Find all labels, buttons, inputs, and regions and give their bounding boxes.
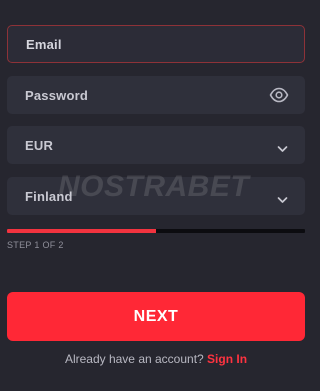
registration-form: Email Password EUR Finland NOSTRABET STE… (0, 0, 312, 391)
step-progress-bar (7, 229, 305, 233)
watermark-logo: NOSTRABET (58, 170, 250, 203)
chevron-down-icon (277, 191, 288, 203)
step-indicator: STEP 1 OF 2 (7, 240, 64, 250)
password-field-label: Password (25, 87, 89, 103)
eye-icon[interactable] (269, 86, 289, 104)
signin-prompt-line: Already have an account? Sign In (0, 352, 312, 366)
email-field[interactable]: Email (7, 25, 305, 63)
sign-in-link[interactable]: Sign In (207, 352, 247, 366)
signin-prompt-text: Already have an account? (64, 352, 208, 366)
chevron-down-icon (277, 140, 288, 152)
password-field[interactable]: Password (7, 76, 305, 114)
step-progress-fill (7, 229, 156, 233)
currency-select-value: EUR (25, 137, 54, 153)
next-button[interactable]: NEXT (7, 292, 305, 341)
email-field-label: Email (26, 36, 62, 52)
currency-select[interactable]: EUR (7, 126, 305, 164)
